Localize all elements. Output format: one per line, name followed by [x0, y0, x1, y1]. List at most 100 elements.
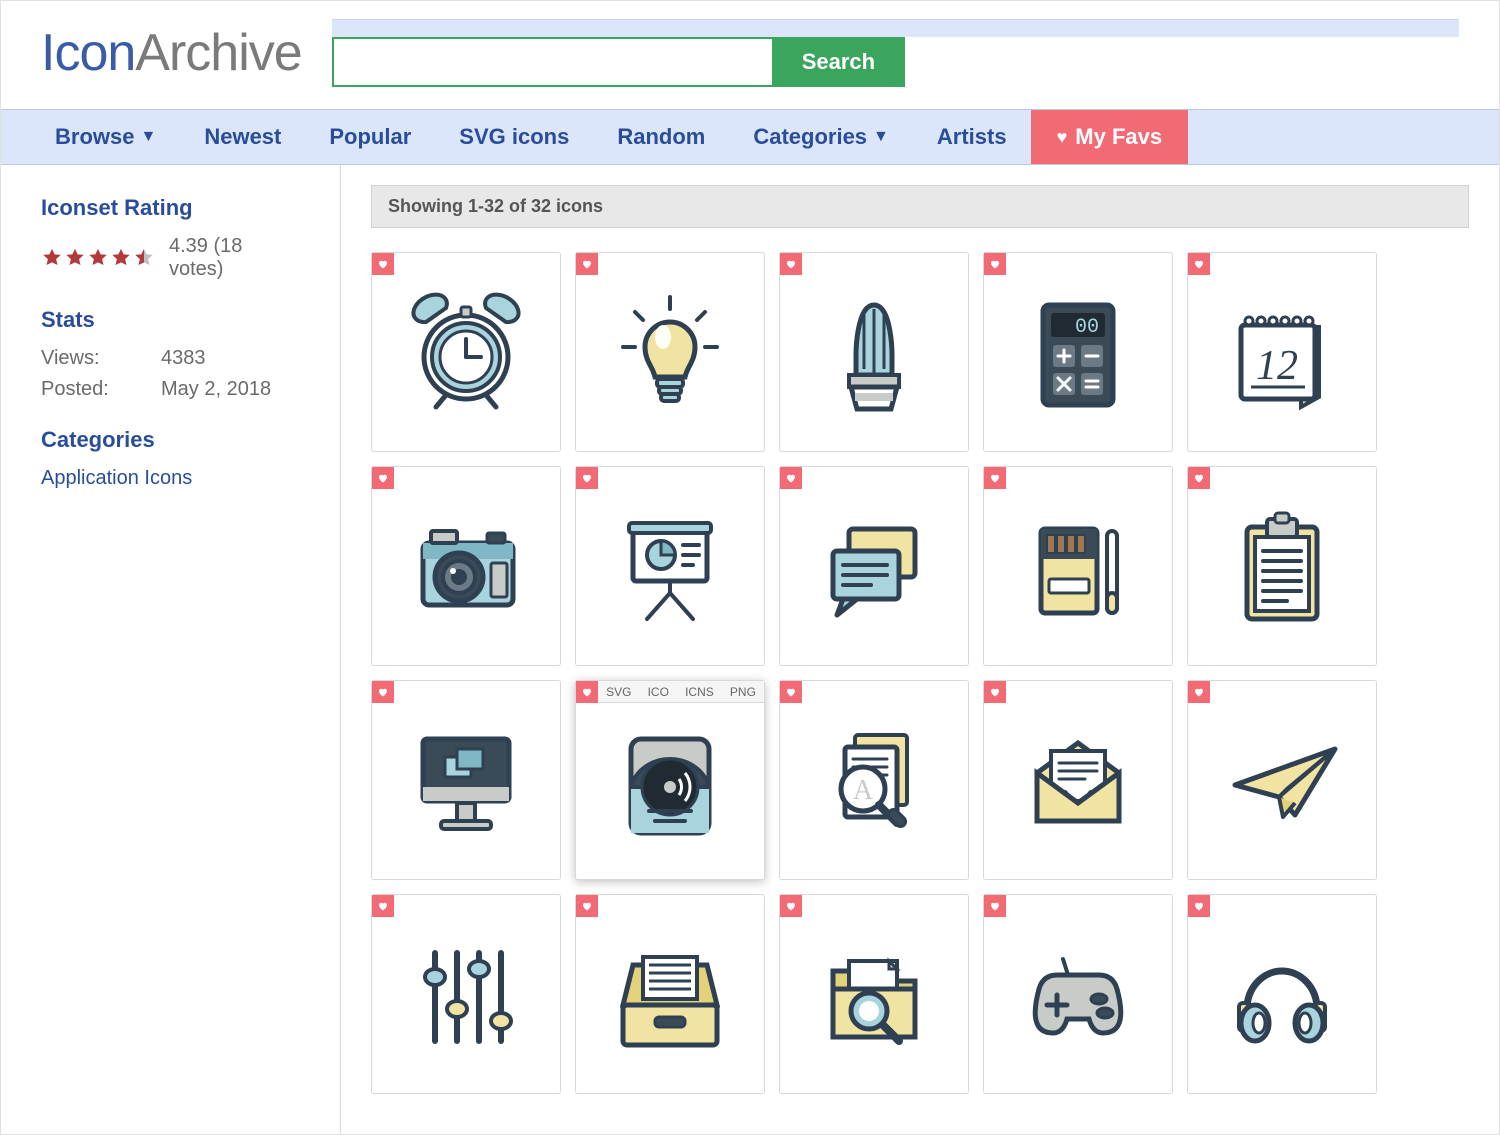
logo-part1: Icon: [41, 24, 135, 82]
favorite-badge[interactable]: [372, 895, 394, 917]
chevron-down-icon: ▼: [873, 128, 889, 146]
favorite-badge[interactable]: [1188, 681, 1210, 703]
favorite-badge[interactable]: [372, 681, 394, 703]
cactus-icon: [809, 287, 939, 417]
icon-grid: SVG ICO ICNS PNG: [371, 252, 1469, 1094]
star-icon[interactable]: [87, 247, 109, 269]
icon-card-disk-drive[interactable]: SVG ICO ICNS PNG: [575, 680, 765, 880]
clipboard-icon: [1217, 501, 1347, 631]
icon-card-cactus[interactable]: [779, 252, 969, 452]
gamepad-icon: [1013, 929, 1143, 1059]
presentation-chart-icon: [605, 501, 735, 631]
views-value: 4383: [161, 347, 206, 370]
icon-card-gamepad[interactable]: [983, 894, 1173, 1094]
icon-card-document-search[interactable]: [779, 680, 969, 880]
favorite-badge[interactable]: [984, 895, 1006, 917]
rating-title: Iconset Rating: [41, 195, 300, 221]
sidebar: Iconset Rating 4.39 (18 votes) Stats Vie…: [1, 165, 341, 1134]
favorite-badge[interactable]: [372, 253, 394, 275]
favorite-badge[interactable]: [372, 467, 394, 489]
favorite-badge[interactable]: [984, 253, 1006, 275]
cigarette-pack-icon: [1013, 501, 1143, 631]
format-svg[interactable]: SVG: [606, 685, 631, 699]
icon-card-camera[interactable]: [371, 466, 561, 666]
paper-plane-icon: [1217, 715, 1347, 845]
nav-browse[interactable]: Browse▼: [31, 110, 180, 164]
favorite-badge[interactable]: [576, 253, 598, 275]
icon-card-calendar[interactable]: [1187, 252, 1377, 452]
icon-card-chat-bubbles[interactable]: [779, 466, 969, 666]
icon-card-calculator[interactable]: [983, 252, 1173, 452]
header: IconArchive Search: [1, 1, 1499, 109]
posted-value: May 2, 2018: [161, 378, 271, 401]
icon-card-alarm-clock[interactable]: [371, 252, 561, 452]
categories-title: Categories: [41, 427, 300, 453]
favorite-badge[interactable]: [1188, 467, 1210, 489]
camera-icon: [401, 501, 531, 631]
icon-card-computer-monitor[interactable]: [371, 680, 561, 880]
favorite-badge[interactable]: [1188, 253, 1210, 275]
nav-artists[interactable]: Artists: [913, 110, 1031, 164]
favorite-badge[interactable]: [780, 467, 802, 489]
header-search-area: Search: [332, 19, 1459, 87]
search-button[interactable]: Search: [772, 37, 905, 87]
calendar-icon: [1217, 287, 1347, 417]
main-content: Showing 1-32 of 32 icons SVG ICO ICNS PNG: [341, 165, 1499, 1134]
email-envelope-icon: [1013, 715, 1143, 845]
icon-card-folder-search[interactable]: [779, 894, 969, 1094]
nav-categories-label: Categories: [753, 124, 867, 150]
favorite-badge[interactable]: [576, 467, 598, 489]
star-icon[interactable]: [110, 247, 132, 269]
icon-card-headphones[interactable]: [1187, 894, 1377, 1094]
lightbulb-icon: [605, 287, 735, 417]
chevron-down-icon: ▼: [140, 128, 156, 146]
star-icon[interactable]: [133, 247, 155, 269]
nav-newest[interactable]: Newest: [180, 110, 305, 164]
favorite-badge[interactable]: [984, 467, 1006, 489]
file-drawer-icon: [605, 929, 735, 1059]
site-logo[interactable]: IconArchive: [41, 23, 302, 83]
document-search-icon: [809, 715, 939, 845]
favorite-badge[interactable]: [576, 681, 598, 703]
nav-my-favs[interactable]: ♥My Favs: [1031, 110, 1189, 164]
favorite-badge[interactable]: [984, 681, 1006, 703]
nav-popular[interactable]: Popular: [305, 110, 435, 164]
posted-label: Posted:: [41, 378, 161, 401]
icon-card-clipboard[interactable]: [1187, 466, 1377, 666]
disk-drive-icon: [605, 715, 735, 845]
nav-random[interactable]: Random: [593, 110, 729, 164]
star-icon[interactable]: [41, 247, 63, 269]
icon-card-email-envelope[interactable]: [983, 680, 1173, 880]
star-icon[interactable]: [64, 247, 86, 269]
format-icns[interactable]: ICNS: [685, 685, 714, 699]
icon-card-file-drawer[interactable]: [575, 894, 765, 1094]
chat-bubbles-icon: [809, 501, 939, 631]
favorite-badge[interactable]: [1188, 895, 1210, 917]
icon-card-equalizer-sliders[interactable]: [371, 894, 561, 1094]
folder-search-icon: [809, 929, 939, 1059]
format-ico[interactable]: ICO: [648, 685, 669, 699]
format-png[interactable]: PNG: [730, 685, 756, 699]
favorite-badge[interactable]: [780, 681, 802, 703]
rating-stars[interactable]: [41, 247, 155, 269]
main-nav: Browse▼ Newest Popular SVG icons Random …: [1, 109, 1499, 165]
results-count: Showing 1-32 of 32 icons: [371, 185, 1469, 228]
favorite-badge[interactable]: [576, 895, 598, 917]
icon-card-paper-plane[interactable]: [1187, 680, 1377, 880]
nav-categories[interactable]: Categories ▼: [729, 110, 913, 164]
equalizer-sliders-icon: [401, 929, 531, 1059]
icon-card-lightbulb[interactable]: [575, 252, 765, 452]
category-link[interactable]: Application Icons: [41, 467, 300, 490]
headphones-icon: [1217, 929, 1347, 1059]
icon-card-presentation-chart[interactable]: [575, 466, 765, 666]
search-input[interactable]: [332, 37, 772, 87]
format-bar: SVG ICO ICNS PNG: [598, 681, 764, 703]
calculator-icon: [1013, 287, 1143, 417]
icon-card-cigarette-pack[interactable]: [983, 466, 1173, 666]
favorite-badge[interactable]: [780, 253, 802, 275]
nav-svg[interactable]: SVG icons: [435, 110, 593, 164]
views-label: Views:: [41, 347, 161, 370]
stats-title: Stats: [41, 307, 300, 333]
rating-text: 4.39 (18 votes): [169, 235, 300, 281]
favorite-badge[interactable]: [780, 895, 802, 917]
